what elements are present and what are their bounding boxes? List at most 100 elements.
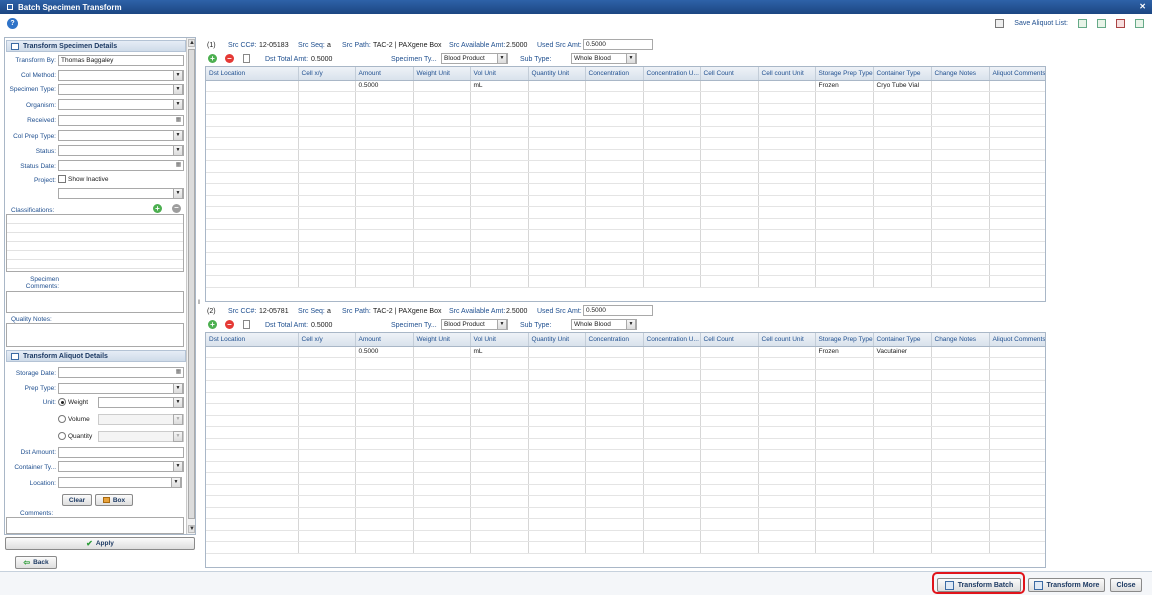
table-cell[interactable] bbox=[413, 449, 471, 462]
table-cell[interactable] bbox=[206, 369, 299, 381]
table-cell[interactable] bbox=[873, 160, 932, 173]
table-cell[interactable] bbox=[528, 530, 586, 542]
table-cell[interactable] bbox=[643, 264, 701, 276]
table-cell[interactable] bbox=[815, 91, 874, 104]
copy-icon[interactable] bbox=[243, 54, 250, 63]
table-cell[interactable] bbox=[815, 252, 874, 265]
table-cell[interactable] bbox=[700, 206, 759, 219]
table-row[interactable] bbox=[206, 369, 1045, 381]
table-row[interactable] bbox=[206, 172, 1045, 184]
column-header[interactable]: Vol Unit bbox=[470, 333, 529, 347]
table-cell[interactable] bbox=[585, 229, 644, 242]
table-cell[interactable] bbox=[700, 241, 759, 253]
table-cell[interactable] bbox=[413, 426, 471, 439]
table-cell[interactable] bbox=[873, 218, 932, 230]
table-cell[interactable] bbox=[585, 149, 644, 161]
transform-by-field[interactable]: Thomas Baggaley bbox=[58, 55, 184, 66]
table-cell[interactable] bbox=[643, 80, 701, 92]
table-cell[interactable] bbox=[989, 426, 1045, 439]
table-cell[interactable] bbox=[585, 495, 644, 508]
table-cell[interactable] bbox=[413, 461, 471, 473]
table-cell[interactable] bbox=[470, 403, 529, 416]
table-cell[interactable] bbox=[585, 438, 644, 450]
table-cell[interactable] bbox=[585, 241, 644, 253]
table-cell[interactable] bbox=[989, 507, 1045, 519]
table-cell[interactable] bbox=[206, 357, 299, 370]
table-cell[interactable] bbox=[700, 149, 759, 161]
table-cell[interactable] bbox=[758, 357, 816, 370]
table-cell[interactable] bbox=[298, 137, 356, 150]
table-cell[interactable] bbox=[355, 206, 414, 219]
location-select[interactable]: ▼ bbox=[58, 477, 182, 488]
table-cell[interactable] bbox=[528, 472, 586, 485]
table-cell[interactable] bbox=[700, 438, 759, 450]
table-cell[interactable] bbox=[873, 275, 932, 288]
table-cell[interactable] bbox=[413, 103, 471, 115]
column-header[interactable]: Change Notes bbox=[931, 333, 990, 347]
table-cell[interactable] bbox=[758, 195, 816, 207]
table-cell[interactable] bbox=[470, 195, 529, 207]
table-cell[interactable] bbox=[355, 449, 414, 462]
table-cell[interactable] bbox=[585, 91, 644, 104]
table-cell[interactable] bbox=[470, 252, 529, 265]
table-row[interactable] bbox=[206, 518, 1045, 531]
table-cell[interactable] bbox=[413, 392, 471, 404]
table-cell[interactable] bbox=[355, 195, 414, 207]
table-cell[interactable] bbox=[355, 415, 414, 427]
table-cell[interactable] bbox=[470, 206, 529, 219]
table-cell[interactable] bbox=[815, 218, 874, 230]
table-cell[interactable] bbox=[815, 369, 874, 381]
column-header[interactable]: Weight Unit bbox=[413, 333, 471, 347]
box-button[interactable]: Box bbox=[95, 494, 133, 506]
left-panel-scrollbar[interactable]: ▲ ▼ bbox=[186, 38, 195, 534]
table-cell[interactable] bbox=[206, 103, 299, 115]
table-cell[interactable] bbox=[931, 426, 990, 439]
table-cell[interactable] bbox=[206, 346, 299, 358]
table-cell[interactable] bbox=[413, 172, 471, 184]
table-cell[interactable]: Vacutainer bbox=[873, 346, 932, 358]
table-cell[interactable] bbox=[758, 114, 816, 127]
table-cell[interactable] bbox=[585, 206, 644, 219]
table-row[interactable]: 0.5000 mL Frozen Vacutainer bbox=[206, 346, 1045, 358]
table-cell[interactable] bbox=[815, 507, 874, 519]
table-cell[interactable] bbox=[931, 472, 990, 485]
table-cell[interactable] bbox=[700, 91, 759, 104]
table-cell[interactable] bbox=[931, 392, 990, 404]
table-cell[interactable] bbox=[931, 346, 990, 358]
table-cell[interactable] bbox=[643, 495, 701, 508]
apply-button[interactable]: ✔ Apply bbox=[5, 537, 195, 550]
table-cell[interactable] bbox=[585, 380, 644, 393]
table-cell[interactable] bbox=[206, 530, 299, 542]
table-cell[interactable] bbox=[585, 484, 644, 496]
table-cell[interactable] bbox=[298, 206, 356, 219]
table-cell[interactable] bbox=[413, 218, 471, 230]
table-cell[interactable] bbox=[413, 80, 471, 92]
table-row[interactable] bbox=[206, 114, 1045, 127]
table-cell[interactable] bbox=[815, 380, 874, 393]
table-cell[interactable] bbox=[758, 264, 816, 276]
table-cell[interactable] bbox=[873, 126, 932, 138]
table-row[interactable] bbox=[206, 229, 1045, 242]
table-cell[interactable] bbox=[585, 357, 644, 370]
table-cell[interactable] bbox=[585, 183, 644, 196]
table-cell[interactable] bbox=[873, 172, 932, 184]
table-cell[interactable] bbox=[355, 218, 414, 230]
table-cell[interactable] bbox=[700, 172, 759, 184]
table-cell[interactable] bbox=[758, 172, 816, 184]
column-header[interactable]: Vol Unit bbox=[470, 67, 529, 81]
table-cell[interactable] bbox=[413, 472, 471, 485]
table-cell[interactable] bbox=[873, 530, 932, 542]
table-cell[interactable] bbox=[873, 195, 932, 207]
table-cell[interactable] bbox=[528, 172, 586, 184]
table-cell[interactable] bbox=[413, 438, 471, 450]
table-cell[interactable] bbox=[528, 241, 586, 253]
table-cell[interactable] bbox=[873, 380, 932, 393]
table-cell[interactable] bbox=[931, 149, 990, 161]
table-cell[interactable] bbox=[206, 392, 299, 404]
table-row[interactable] bbox=[206, 392, 1045, 404]
table-cell[interactable] bbox=[700, 403, 759, 416]
table-cell[interactable] bbox=[206, 541, 299, 554]
table-cell[interactable] bbox=[989, 541, 1045, 554]
column-header[interactable]: Cell Count bbox=[700, 333, 759, 347]
table-cell[interactable] bbox=[758, 160, 816, 173]
